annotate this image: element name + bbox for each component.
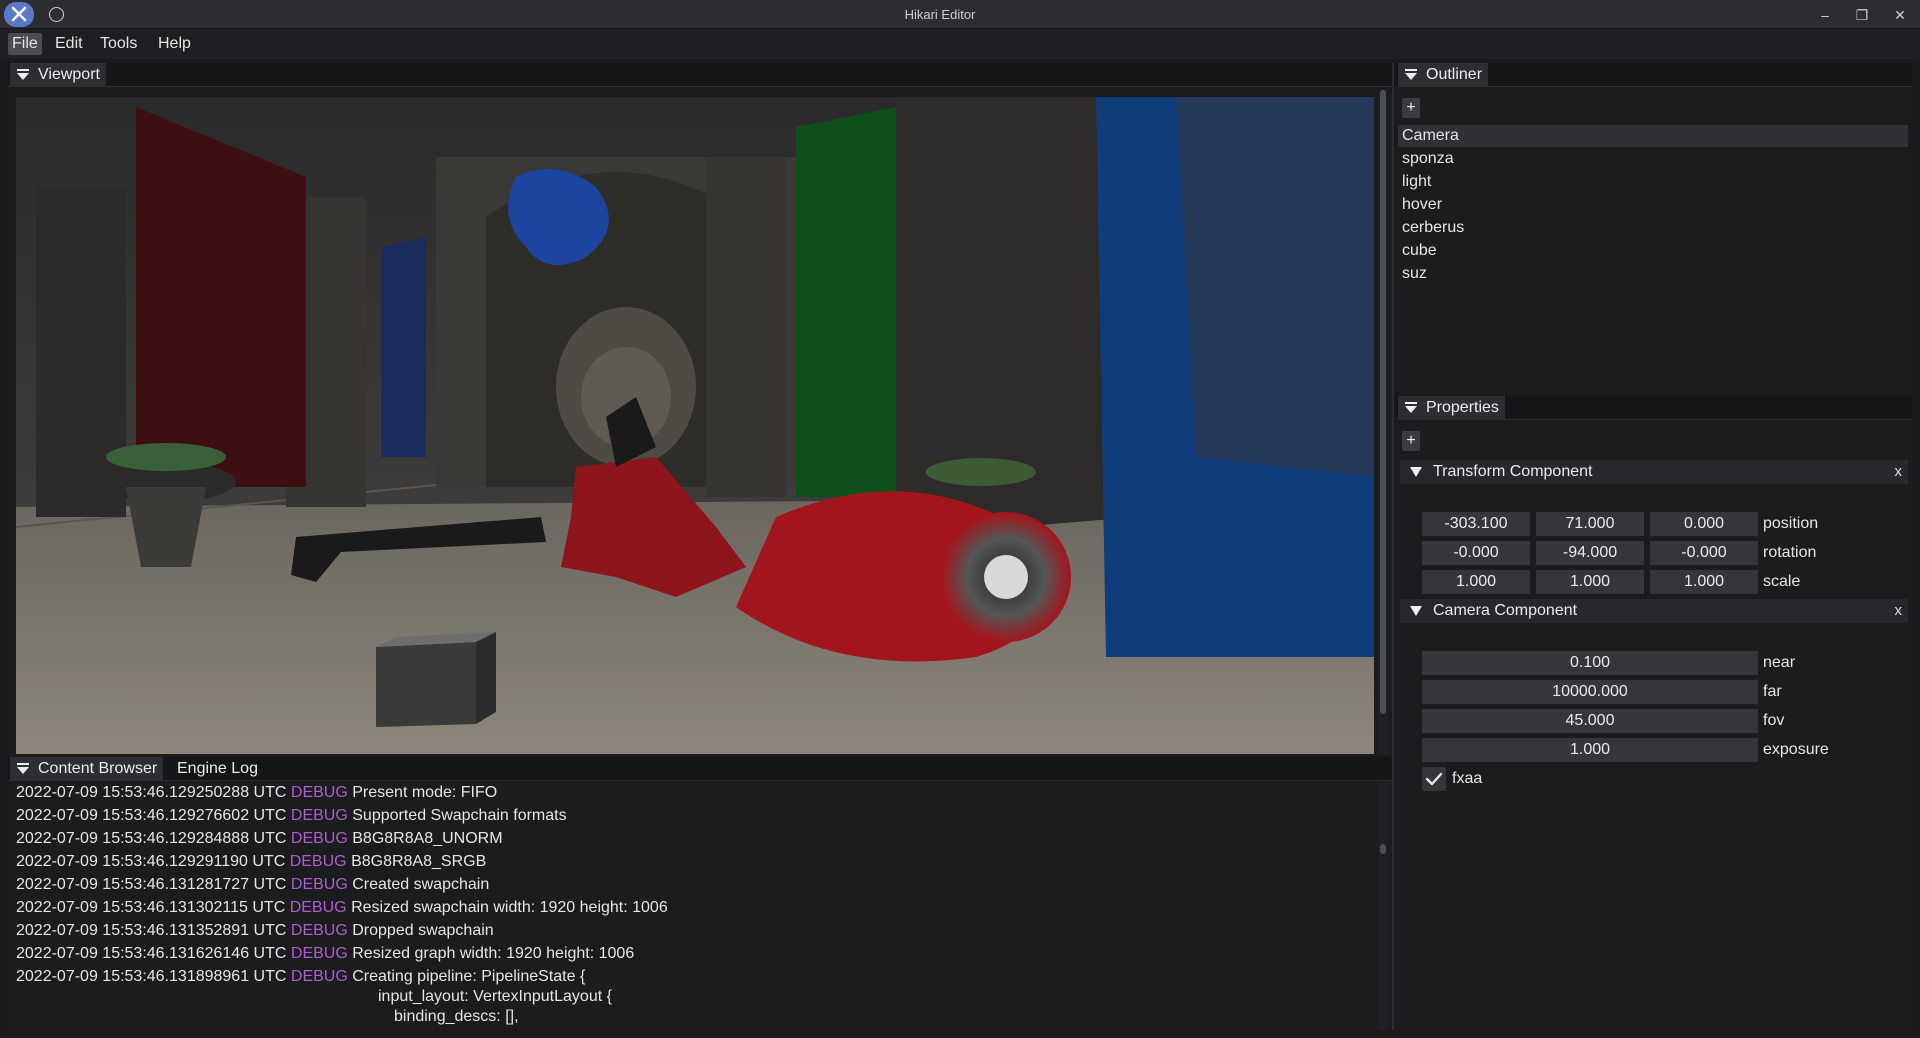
log-line: 2022-07-09 15:53:46.131352891 UTC DEBUG … — [16, 922, 494, 939]
scale-x-field[interactable]: 1.000 — [1422, 570, 1530, 594]
scale-z-field[interactable]: 1.000 — [1650, 570, 1758, 594]
scene-render[interactable] — [16, 97, 1374, 754]
exposure-field[interactable]: 1.000 — [1422, 738, 1758, 762]
menu-file[interactable]: File — [8, 33, 42, 55]
log-line: 2022-07-09 15:53:46.129250288 UTC DEBUG … — [16, 784, 498, 801]
near-label: near — [1763, 654, 1796, 671]
tab-content-browser[interactable]: Content Browser — [10, 757, 164, 781]
tab-viewport-label: Viewport — [38, 66, 100, 83]
position-x-field[interactable]: -303.100 — [1422, 512, 1530, 536]
far-field[interactable]: 10000.000 — [1422, 680, 1758, 704]
expand-arrow-icon[interactable] — [1409, 465, 1423, 479]
near-field[interactable]: 0.100 — [1422, 651, 1758, 675]
maximize-button[interactable]: ❐ — [1852, 5, 1872, 25]
scale-y-field[interactable]: 1.000 — [1536, 570, 1644, 594]
tab-content-browser-label: Content Browser — [38, 760, 158, 777]
log-line: 2022-07-09 15:53:46.129291190 UTC DEBUG … — [16, 853, 487, 870]
log-line: 2022-07-09 15:53:46.131302115 UTC DEBUG … — [16, 899, 668, 916]
scale-label: scale — [1763, 573, 1801, 590]
remove-transform-button[interactable]: x — [1895, 460, 1903, 484]
outliner-item-sponza[interactable]: sponza — [1398, 148, 1908, 170]
outliner-item-camera[interactable]: Camera — [1398, 125, 1908, 147]
viewport-scrollbar-thumb[interactable] — [1380, 90, 1386, 714]
far-label: far — [1763, 683, 1782, 700]
log-line: 2022-07-09 15:53:46.131898961 UTC DEBUG … — [16, 968, 586, 985]
outliner-tabbar: Outliner — [1396, 63, 1912, 87]
tab-engine-log[interactable]: Engine Log — [171, 757, 264, 781]
outliner-item-cube[interactable]: cube — [1398, 240, 1908, 262]
add-entity-button[interactable]: + — [1402, 98, 1420, 118]
collapse-icon[interactable] — [1404, 401, 1418, 415]
menu-tools[interactable]: Tools — [96, 33, 141, 55]
log-continuation-line: binding_descs: [], — [394, 1008, 519, 1025]
position-label: position — [1763, 515, 1819, 532]
properties-tabbar: Properties — [1396, 396, 1912, 420]
outliner-item-cerberus[interactable]: cerberus — [1398, 217, 1908, 239]
exposure-label: exposure — [1763, 741, 1829, 758]
menu-edit[interactable]: Edit — [51, 33, 87, 55]
camera-component-title: Camera Component — [1433, 602, 1578, 619]
position-y-field[interactable]: 71.000 — [1536, 512, 1644, 536]
log-tabbar: Content Browser Engine Log — [8, 757, 1392, 781]
transform-component-title: Transform Component — [1433, 463, 1593, 480]
fov-field[interactable]: 45.000 — [1422, 709, 1758, 733]
tab-viewport[interactable]: Viewport — [10, 63, 106, 87]
window-title: Hikari Editor — [904, 7, 976, 22]
viewport-tabbar: Viewport — [8, 63, 1392, 87]
remove-camera-button[interactable]: x — [1895, 599, 1903, 623]
panel-splitter[interactable] — [1392, 63, 1394, 1030]
close-window-button[interactable]: ✕ — [1890, 5, 1910, 25]
log-line: 2022-07-09 15:53:46.129276602 UTC DEBUG … — [16, 807, 567, 824]
expand-arrow-icon[interactable] — [1409, 604, 1423, 618]
menu-help[interactable]: Help — [154, 33, 195, 55]
log-line: 2022-07-09 15:53:46.131626146 UTC DEBUG … — [16, 945, 635, 962]
collapse-icon[interactable] — [1404, 68, 1418, 82]
rotation-y-field[interactable]: -94.000 — [1536, 541, 1644, 565]
outliner-item-suz[interactable]: suz — [1398, 263, 1908, 285]
tab-properties-label: Properties — [1426, 399, 1499, 416]
tab-properties[interactable]: Properties — [1398, 396, 1505, 420]
rotation-z-field[interactable]: -0.000 — [1650, 541, 1758, 565]
fxaa-checkbox[interactable] — [1422, 767, 1446, 791]
camera-component-header[interactable]: Camera Component x — [1400, 599, 1908, 623]
log-scrollbar[interactable] — [1378, 782, 1388, 1030]
viewport-scrollbar[interactable] — [1378, 90, 1388, 755]
position-z-field[interactable]: 0.000 — [1650, 512, 1758, 536]
rotation-label: rotation — [1763, 544, 1817, 561]
add-component-button[interactable]: + — [1402, 431, 1420, 451]
outliner-item-hover[interactable]: hover — [1398, 194, 1908, 216]
log-continuation-line: input_layout: VertexInputLayout { — [378, 988, 612, 1005]
tab-outliner[interactable]: Outliner — [1398, 63, 1489, 87]
collapse-icon[interactable] — [16, 762, 30, 776]
log-line: 2022-07-09 15:53:46.129284888 UTC DEBUG … — [16, 830, 503, 847]
fxaa-label: fxaa — [1452, 770, 1483, 787]
checkmark-icon — [1425, 772, 1443, 786]
title-bar: Hikari Editor – ❐ ✕ — [0, 0, 1920, 29]
outliner-item-light[interactable]: light — [1398, 171, 1908, 193]
log-line: 2022-07-09 15:53:46.131281727 UTC DEBUG … — [16, 876, 490, 893]
transform-component-header[interactable]: Transform Component x — [1400, 460, 1908, 484]
collapse-icon[interactable] — [16, 68, 30, 82]
log-scrollbar-thumb[interactable] — [1380, 844, 1386, 854]
tab-outliner-label: Outliner — [1426, 66, 1483, 83]
menu-bar: File Edit Tools Help — [0, 29, 1920, 59]
minimize-button[interactable]: – — [1815, 5, 1835, 25]
rotation-x-field[interactable]: -0.000 — [1422, 541, 1530, 565]
fov-label: fov — [1763, 712, 1785, 729]
